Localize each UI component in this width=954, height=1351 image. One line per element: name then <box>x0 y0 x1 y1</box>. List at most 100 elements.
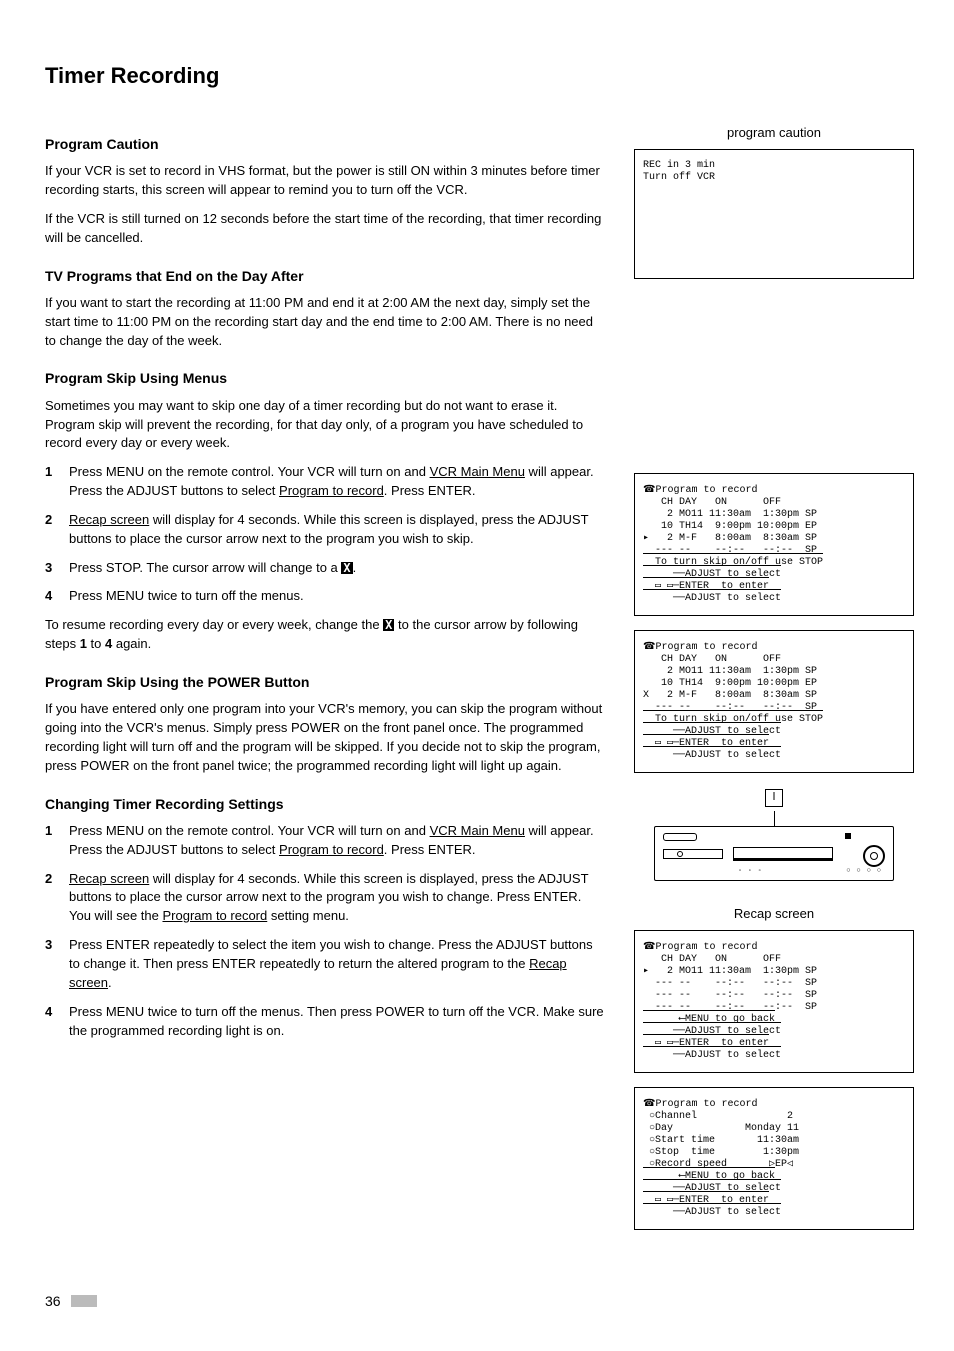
underlined-term: VCR Main Menu <box>430 823 525 838</box>
screen-line: ▸ 2 MO11 11:30am 1:30pm SP <box>643 966 817 977</box>
screen-title: Program to record <box>655 942 757 953</box>
list-item: 1 Press MENU on the remote control. Your… <box>45 463 604 501</box>
screen-line: ──ADJUST to select <box>643 593 781 604</box>
screen-title: Program to record <box>655 642 757 653</box>
underlined-term: Program to record <box>279 483 384 498</box>
camera-icon <box>643 642 655 653</box>
step-text: Press MENU on the remote control. Your V… <box>69 822 604 860</box>
screen-line: ──ADJUST to select <box>643 1026 781 1037</box>
vcr-button-row <box>663 833 697 841</box>
screen-line: ○Start time 11:30am <box>643 1135 799 1146</box>
x-marker-icon: X <box>341 562 352 574</box>
step-text: Recap screen will display for 4 seconds.… <box>69 511 604 549</box>
step-text: Press ENTER repeatedly to select the ite… <box>69 936 604 993</box>
screen-line: To turn skip on/off use STOP <box>643 714 823 725</box>
text-fragment: . <box>108 975 112 990</box>
text-fragment: Press ENTER repeatedly to select the ite… <box>69 937 593 971</box>
step-number: 2 <box>45 870 69 927</box>
heading-program-caution: Program Caution <box>45 134 604 154</box>
list-item: 1 Press MENU on the remote control. Your… <box>45 822 604 860</box>
text-fragment: . <box>353 560 357 575</box>
caption-program-caution: program caution <box>634 124 914 143</box>
screen-line: CH DAY ON OFF <box>643 954 781 965</box>
text-fragment: again. <box>112 636 151 651</box>
text-fragment: . Press ENTER. <box>384 842 476 857</box>
list-item: 4 Press MENU twice to turn off the menus… <box>45 1003 604 1041</box>
screen-line: ▭ ▭─ENTER to enter <box>643 1038 769 1049</box>
step-ref: 1 <box>80 636 87 651</box>
step-text: Press MENU on the remote control. Your V… <box>69 463 604 501</box>
step-number: 4 <box>45 1003 69 1041</box>
heading-skip-power: Program Skip Using the POWER Button <box>45 672 604 692</box>
screen-line: ──ADJUST to select <box>643 569 781 580</box>
screen-program-to-record-1: Program to record CH DAY ON OFF 2 MO11 1… <box>634 473 914 616</box>
heading-day-after: TV Programs that End on the Day After <box>45 266 604 286</box>
camera-icon <box>643 1099 655 1110</box>
screen-line: ──ADJUST to select <box>643 726 781 737</box>
screen-title: Program to record <box>655 485 757 496</box>
screen-line: 2 MO11 11:30am 1:30pm SP <box>643 509 817 520</box>
underlined-term: VCR Main Menu <box>430 464 525 479</box>
main-content: Program Caution If your VCR is set to re… <box>45 116 604 1244</box>
screen-line: ──ADJUST to select <box>643 1183 781 1194</box>
para-skip-intro: Sometimes you may want to skip one day o… <box>45 397 604 454</box>
screen-program-to-record-2: Program to record CH DAY ON OFF 2 MO11 1… <box>634 630 914 773</box>
screen-program-caution: REC in 3 min Turn off VCR <box>634 149 914 279</box>
caption-recap-screen: Recap screen <box>634 905 914 924</box>
screen-line: To turn skip on/off use STOP <box>643 557 823 568</box>
step-text: Press MENU twice to turn off the menus. <box>69 587 604 606</box>
page-footer: 36 <box>45 1291 97 1311</box>
screen-settings: Program to record ○Channel 2 ○Day Monday… <box>634 1087 914 1230</box>
text-fragment: To resume recording every day or every w… <box>45 617 383 632</box>
screen-line: X 2 M-F 8:00am 8:30am SP <box>643 690 817 701</box>
screen-line: ──ADJUST to select <box>643 1050 781 1061</box>
change-steps-list: 1 Press MENU on the remote control. Your… <box>45 822 604 1040</box>
para-caution-1: If your VCR is set to record in VHS form… <box>45 162 604 200</box>
text-fragment: . Press ENTER. <box>384 483 476 498</box>
screen-line: 2 MO11 11:30am 1:30pm SP <box>643 666 817 677</box>
step-number: 3 <box>45 936 69 993</box>
list-item: 3 Press ENTER repeatedly to select the i… <box>45 936 604 993</box>
para-resume: To resume recording every day or every w… <box>45 616 604 654</box>
list-item: 2 Recap screen will display for 4 second… <box>45 511 604 549</box>
list-item: 2 Recap screen will display for 4 second… <box>45 870 604 927</box>
step-number: 1 <box>45 463 69 501</box>
heading-change-settings: Changing Timer Recording Settings <box>45 794 604 814</box>
list-item: 4 Press MENU twice to turn off the menus… <box>45 587 604 606</box>
screen-line: ▭ ▭─ENTER to enter <box>643 581 769 592</box>
camera-icon <box>643 485 655 496</box>
screen-line: 10 TH14 9:00pm 10:00pm EP <box>643 521 817 532</box>
text-fragment: Press MENU on the remote control. Your V… <box>69 464 430 479</box>
step-text: Recap screen will display for 4 seconds.… <box>69 870 604 927</box>
step-number: 2 <box>45 511 69 549</box>
screen-footer: ⟵MENU to go back ──ADJUST to select ▭ ▭─… <box>643 1167 781 1218</box>
screen-line: Turn off VCR <box>643 172 715 183</box>
para-caution-2: If the VCR is still turned on 12 seconds… <box>45 210 604 248</box>
text-fragment: Press MENU on the remote control. Your V… <box>69 823 430 838</box>
step-number: 4 <box>45 587 69 606</box>
step-number: 1 <box>45 822 69 860</box>
screen-line: ○Stop time 1:30pm <box>643 1147 799 1158</box>
text-fragment: setting menu. <box>267 908 349 923</box>
underlined-term: Program to record <box>279 842 384 857</box>
page-title: Timer Recording <box>45 60 914 92</box>
screen-recap: Program to record CH DAY ON OFF ▸ 2 MO11… <box>634 930 914 1073</box>
screen-line: CH DAY ON OFF <box>643 654 781 665</box>
page-number: 36 <box>45 1291 61 1311</box>
vcr-ports: ○ ○ ○ ○ <box>846 866 883 876</box>
screen-line: ○Day Monday 11 <box>643 1123 799 1134</box>
screen-line: ▭ ▭─ENTER to enter <box>643 1195 769 1206</box>
vcr-knob <box>863 845 885 867</box>
heading-skip-menus: Program Skip Using Menus <box>45 368 604 388</box>
vcr-indicator <box>845 833 851 839</box>
step-number: 3 <box>45 559 69 578</box>
vcr-body: ▫ ▫ ▫ ○ ○ ○ ○ <box>654 826 894 881</box>
screen-line: 10 TH14 9:00pm 10:00pm EP <box>643 678 817 689</box>
footer-bar-icon <box>71 1295 97 1307</box>
text-fragment: to <box>87 636 105 651</box>
list-item: 3 Press STOP. The cursor arrow will chan… <box>45 559 604 578</box>
underlined-term: Program to record <box>162 908 267 923</box>
vcr-illustration: ▫ ▫ ▫ ○ ○ ○ ○ <box>634 789 914 881</box>
underlined-term: Recap screen <box>69 512 149 527</box>
screen-footer: To turn skip on/off use STOP ──ADJUST to… <box>643 553 823 604</box>
